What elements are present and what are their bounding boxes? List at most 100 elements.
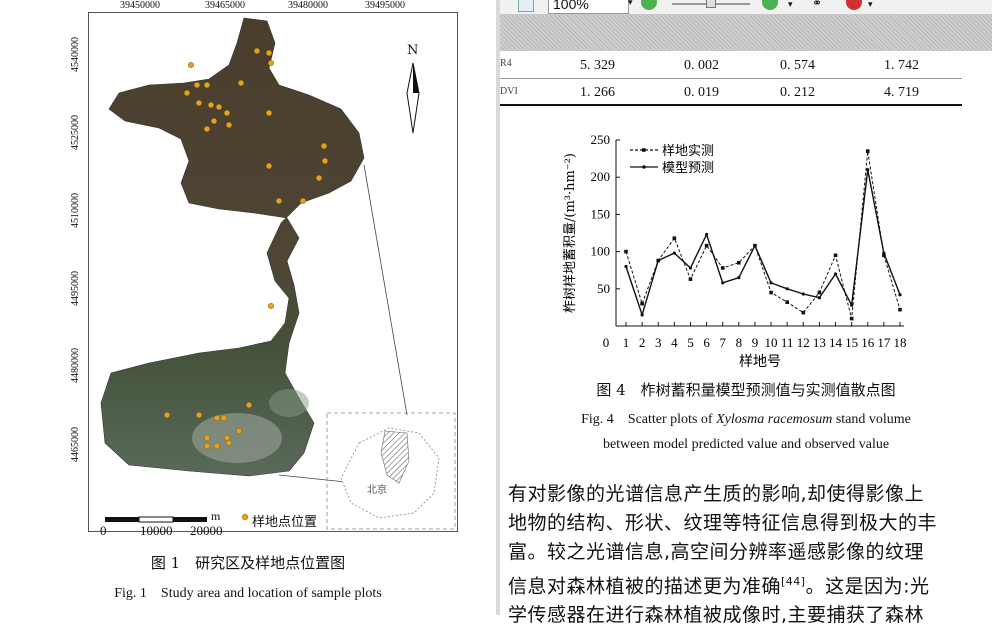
data-point [624,249,628,254]
data-point [753,244,757,248]
x-tick-label: 1 [623,335,630,350]
zoom-in-icon[interactable] [762,0,778,10]
zoom-input[interactable]: 100% [548,0,629,14]
body-line-1: 有对影像的光谱信息产生质的影响,却使得影像上 [508,483,925,505]
x-tick-label: 2 [639,335,646,350]
zoom-out-icon[interactable] [641,0,657,10]
top-coord-1: 39450000 [120,0,160,11]
page-view-icon[interactable] [518,0,534,12]
beijing-label: 北京 [367,485,387,496]
y-axis-title: 柞树样地蓄积量/(m³·hm⁻²) [563,153,578,313]
data-point [833,253,838,258]
data-point [737,276,741,280]
x-tick-label: 8 [736,335,743,350]
chart-ticks: 501001502002500 1 2 3 4 5 6 7 8 9 10 11 12 13 14 15 16 17… [563,132,907,370]
data-point [801,292,805,296]
data-point [898,307,902,312]
legend-label: 模型预测 [662,161,714,176]
x-tick-label: 10 [765,335,778,350]
zoom-slider-handle[interactable] [706,0,716,8]
data-point [785,300,789,304]
x-tick-label: 15 [845,335,858,350]
x-tick-label: 5 [687,335,694,350]
fig1-caption-en: Fig. 1 Study area and location of sample… [114,586,382,601]
data-point [721,281,725,285]
data-point [704,232,709,237]
data-point [785,287,789,291]
data-point [850,303,854,307]
fig4-caption-en-line2: between model predicted value and observ… [602,437,890,452]
data-point [769,290,773,295]
body-citation: [44] [781,575,806,588]
x-tick-label: 12 [797,335,810,350]
data-point [817,296,822,300]
top-coord-3: 39480000 [288,0,328,11]
stop-dropdown-icon[interactable]: ▾ [868,0,873,10]
fig4-caption-species: Xylosma racemosum [716,412,833,427]
y-tick-label: 150 [591,206,611,221]
legend-label: 样地实测 [662,144,714,159]
body-line-5: 学传感器在进行森林植被成像时,主要捕获了森林 [508,604,925,627]
x-tick-label: 4 [671,335,678,350]
fig4-caption-en-line1: Fig. 4 Scatter plots of Xylosma racemosu… [500,408,992,428]
top-coord-4: 39495000 [365,0,405,11]
table-row-2-c1: 1. 266 [580,85,615,100]
data-point [737,260,741,265]
left-coord-1: 4540000 [70,37,81,72]
left-coord-6: 4465000 [70,427,81,462]
left-coord-3: 4510000 [70,193,81,228]
data-point [898,293,902,297]
link-icon[interactable]: ⚭ [812,0,822,10]
data-point [865,149,870,153]
x-tick-label: 11 [781,335,794,350]
scale-bar [105,516,207,523]
x-tick-label: 3 [655,335,662,350]
y-tick-label: 100 [591,244,611,259]
data-point [688,277,693,281]
body-line-4-main: 信息对森林植被的描述更为准确 [508,575,782,598]
north-arrow [406,62,420,134]
data-point [640,301,644,306]
series-line [625,151,901,319]
x-tick-label: 13 [813,335,826,350]
zoom-dropdown-icon[interactable]: ▾ [628,0,633,8]
data-point [688,266,693,270]
left-coord-5: 4480000 [70,348,81,383]
table-row-2-label: DVI [500,86,518,97]
zoom-in-dropdown-icon[interactable]: ▾ [788,0,793,10]
table-row-1-label: R4 [500,58,512,69]
table-row-1-c3: 0. 574 [780,58,815,73]
data-point [801,310,806,315]
fig1-caption-cn: 图 1 研究区及样地点位置图 [150,554,346,572]
table-row-2-c4: 4. 719 [884,85,919,100]
map-svg [100,17,456,530]
table-row-2-c2: 0. 019 [684,85,719,100]
y-tick-label: 50 [597,281,610,296]
scale-tick-0: 0 [100,523,107,538]
scale-unit: m [211,509,221,523]
y-tick-label: 250 [591,132,611,147]
x-tick-label: 14 [829,335,843,350]
table-row-rule [500,78,962,79]
series-line [625,169,901,318]
table-bottom-rule [500,104,962,106]
data-point [769,281,773,285]
y-tick-label: 200 [591,169,611,184]
x-tick-label: 17 [877,335,891,350]
data-point [704,243,709,248]
data-point [672,236,677,241]
chart-legend: 样地实测模型预测 [630,144,714,176]
fig4-caption-prefix: Fig. 4 Scatter plots of [581,412,717,427]
data-point [882,251,886,255]
stop-icon[interactable] [846,0,862,10]
data-point [720,266,725,270]
body-text: 有对影像的光谱信息产生质的影响,却使得影像上 地物的结构、形状、纹理等特征信息得… [508,480,986,630]
data-point [833,272,838,276]
body-line-3: 富。较之光谱信息,高空间分辨率遥感影像的纹理 [508,541,925,563]
x-tick-label: 16 [861,335,875,350]
table-row-1-c1: 5. 329 [580,58,615,73]
table-row-1-c4: 1. 742 [884,58,919,73]
legend-marker [642,148,646,152]
scale-tick-2: 20000 [190,523,223,538]
top-coord-2: 39465000 [205,0,245,11]
